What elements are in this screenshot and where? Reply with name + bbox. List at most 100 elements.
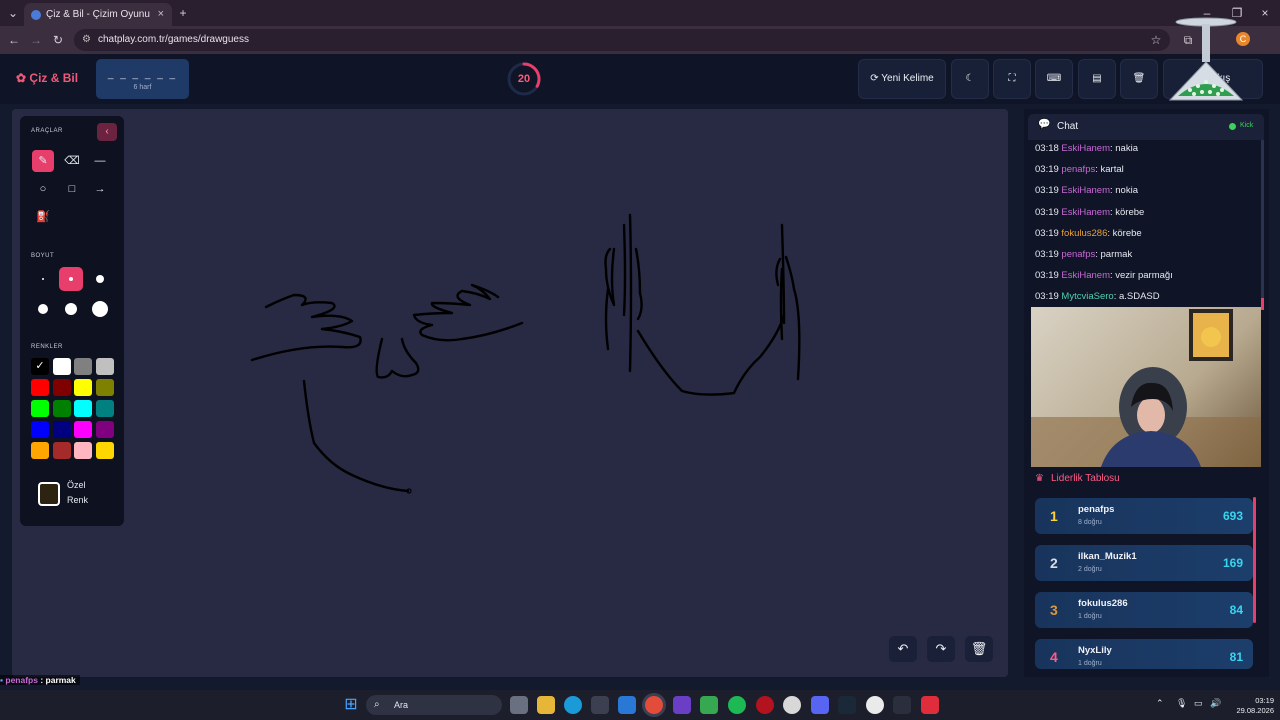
color-swatch[interactable] xyxy=(52,442,71,459)
color-swatch[interactable] xyxy=(52,421,71,438)
forward-icon[interactable]: → xyxy=(26,30,46,50)
reload-icon[interactable]: ↻ xyxy=(48,30,68,50)
chat-message: 03:19 EskiHanem: nokia xyxy=(1035,185,1138,196)
size-option-6[interactable] xyxy=(88,297,112,321)
undo-button[interactable]: ↶ xyxy=(889,636,917,662)
chat-username[interactable]: penafps xyxy=(1061,164,1095,175)
fill-tool-button[interactable]: ⛽ xyxy=(32,206,54,228)
color-swatch[interactable] xyxy=(74,442,92,459)
leaderboard-correct-count: 2 doğru xyxy=(1078,566,1102,573)
redo-button[interactable]: ↷ xyxy=(927,636,955,662)
chat-username[interactable]: EskiHanem xyxy=(1061,143,1110,154)
leaderboard-row: 1 penafps 8 doğru 693 xyxy=(1035,498,1253,534)
site-info-icon[interactable]: ⚙ xyxy=(82,29,91,51)
chat-scroll-thumb[interactable] xyxy=(1261,298,1264,310)
steam-icon[interactable] xyxy=(838,696,856,714)
back-icon[interactable]: ← xyxy=(4,30,24,50)
line-tool-button[interactable]: — xyxy=(89,150,111,172)
chat-username[interactable]: penafps xyxy=(1061,249,1095,260)
chat-scrollbar[interactable] xyxy=(1261,140,1264,310)
url-field[interactable]: ⚙ chatplay.com.tr/games/drawguess xyxy=(74,29,1170,51)
color-swatch[interactable] xyxy=(95,400,114,417)
rectangle-tool-button[interactable]: □ xyxy=(61,178,83,200)
file-explorer-icon[interactable] xyxy=(537,696,555,714)
fullscreen-button[interactable]: ⛶ xyxy=(993,59,1031,99)
archive-button[interactable]: ▤ xyxy=(1078,59,1116,99)
app-icon-2[interactable] xyxy=(700,696,718,714)
spotify-icon[interactable] xyxy=(728,696,746,714)
app-icon-6[interactable] xyxy=(893,696,911,714)
tab-title: Çiz & Bil - Çizim Oyunu xyxy=(46,9,150,20)
color-swatch[interactable] xyxy=(95,358,114,375)
color-swatch[interactable] xyxy=(31,400,49,417)
eraser-tool-button[interactable]: ⌫ xyxy=(61,150,83,172)
taskbar-clock[interactable]: 03:19 29.08.2026 xyxy=(1228,696,1274,716)
network-icon[interactable]: ▭ xyxy=(1194,698,1203,709)
color-swatch[interactable] xyxy=(31,421,49,438)
color-swatch[interactable] xyxy=(31,379,49,396)
app-icon-1[interactable] xyxy=(673,696,691,714)
close-tab-icon[interactable]: × xyxy=(158,3,164,26)
collapse-panel-button[interactable]: ‹ xyxy=(97,123,117,141)
chat-time: 03:19 xyxy=(1035,164,1062,176)
fullscreen-icon: ⛶ xyxy=(1008,73,1016,84)
color-swatch[interactable] xyxy=(52,358,71,375)
color-swatch[interactable] xyxy=(74,379,92,396)
size-option-5[interactable] xyxy=(59,297,83,321)
task-view-icon[interactable] xyxy=(510,696,528,714)
color-swatch[interactable] xyxy=(74,421,92,438)
color-swatch[interactable]: ✓ xyxy=(31,358,49,375)
color-swatch[interactable] xyxy=(95,442,114,459)
store-icon[interactable] xyxy=(591,696,609,714)
arrow-tool-button[interactable]: → xyxy=(89,178,111,200)
leaderboard-scrollbar[interactable] xyxy=(1253,497,1256,623)
chat-username[interactable]: EskiHanem xyxy=(1061,185,1110,196)
app-icon-7[interactable] xyxy=(921,696,939,714)
color-swatch[interactable] xyxy=(74,400,92,417)
chat-username[interactable]: EskiHanem xyxy=(1061,270,1110,281)
overlay-text: : parmak xyxy=(37,675,76,685)
chat-username[interactable]: MytcviaSero xyxy=(1061,291,1113,302)
close-window-icon[interactable]: × xyxy=(1256,4,1274,22)
drawing-canvas[interactable] xyxy=(12,109,1008,677)
app-icon-4[interactable] xyxy=(783,696,801,714)
keyboard-button[interactable]: ⌨ xyxy=(1035,59,1073,99)
app-icon-5[interactable] xyxy=(866,696,884,714)
delete-button[interactable]: 🗑 xyxy=(1120,59,1158,99)
mail-icon[interactable] xyxy=(618,696,636,714)
chat-time: 03:19 xyxy=(1035,185,1062,197)
taskbar-search[interactable]: ⌕ Ara xyxy=(366,695,502,715)
size-option-1[interactable] xyxy=(31,267,55,291)
chat-message: 03:19 penafps: kartal xyxy=(1035,164,1124,175)
discord-icon[interactable] xyxy=(811,696,829,714)
browser-tab[interactable]: Çiz & Bil - Çizim Oyunu × xyxy=(24,3,172,26)
new-tab-icon[interactable]: + xyxy=(174,4,192,22)
moon-icon: ☾ xyxy=(965,73,975,84)
tray-chevron-icon[interactable]: ⌃ xyxy=(1156,698,1164,709)
mic-icon[interactable]: 🎙 xyxy=(1176,698,1187,709)
color-swatch[interactable] xyxy=(74,358,92,375)
color-swatch[interactable] xyxy=(95,379,114,396)
size-option-2[interactable] xyxy=(59,267,83,291)
chrome-icon[interactable] xyxy=(645,696,663,714)
custom-color-button[interactable] xyxy=(38,482,60,506)
pen-tool-button[interactable]: ✎ xyxy=(32,150,54,172)
chat-username[interactable]: EskiHanem xyxy=(1061,207,1110,218)
new-word-button[interactable]: ⟳ Yeni Kelime xyxy=(858,59,946,99)
size-option-4[interactable] xyxy=(31,297,55,321)
app-icon-3[interactable] xyxy=(756,696,774,714)
tab-list-icon[interactable]: ⌄ xyxy=(4,4,22,22)
clear-canvas-button[interactable]: 🗑 xyxy=(965,636,993,662)
color-swatch[interactable] xyxy=(31,442,49,459)
color-swatch[interactable] xyxy=(95,421,114,438)
volume-icon[interactable]: 🔊 xyxy=(1210,698,1221,709)
circle-tool-button[interactable]: ○ xyxy=(32,178,54,200)
edge-icon[interactable] xyxy=(564,696,582,714)
windows-start-icon[interactable]: ⊞ xyxy=(342,696,360,714)
dark-mode-button[interactable]: ☾ xyxy=(951,59,989,99)
chat-username[interactable]: fokulus286 xyxy=(1061,228,1107,239)
size-option-3[interactable] xyxy=(88,267,112,291)
app-logo: ✿ Çiz & Bil xyxy=(16,71,78,85)
color-swatch[interactable] xyxy=(52,379,71,396)
color-swatch[interactable] xyxy=(52,400,71,417)
